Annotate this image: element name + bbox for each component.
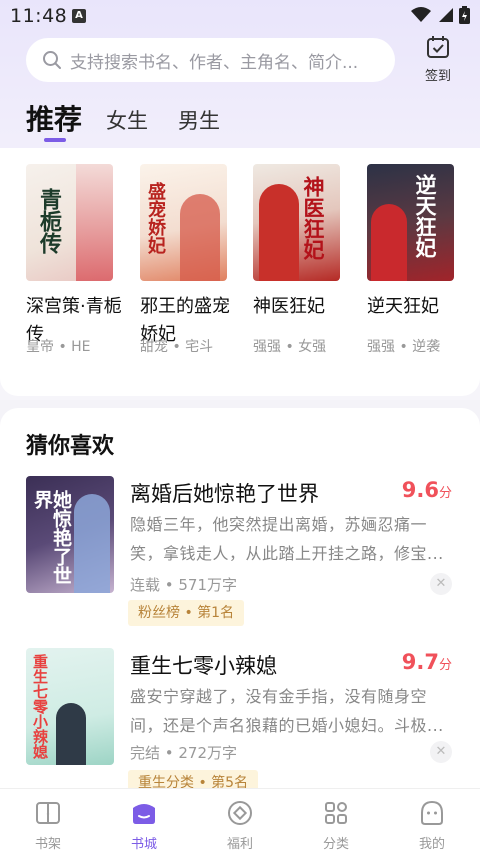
wifi-icon bbox=[411, 7, 431, 22]
tab-indicator bbox=[44, 138, 66, 142]
search-placeholder: 支持搜索书名、作者、主角名、简介... bbox=[70, 52, 359, 73]
cover-title: 盛宠娇妃 bbox=[145, 182, 166, 254]
sign-in-label: 签到 bbox=[424, 69, 451, 84]
tab-female[interactable]: 女生 bbox=[106, 105, 148, 135]
book-card[interactable]: 逆天狂妃 逆天狂妃 bbox=[367, 164, 467, 321]
recommend-section: 青栀传 深宫策·青栀传 皇帝 • HE 盛宠娇妃 邪王的盛宠娇妃 甜宠 • 宅斗… bbox=[0, 148, 480, 396]
book-title: 离婚后她惊艳了世界 bbox=[130, 482, 319, 506]
nav-label: 福利 bbox=[226, 837, 253, 852]
cover-title: 重生七零小辣媳 bbox=[31, 654, 49, 759]
book-tags: 强强 • 逆袭 bbox=[367, 339, 441, 355]
book-description: 盛安宁穿越了，没有金手指，没有随身空间，还是个声名狼藉的已婚小媳妇。斗极... bbox=[130, 687, 444, 735]
status-time: 11:48 bbox=[10, 5, 68, 27]
book-card[interactable]: 青栀传 深宫策·青栀传 bbox=[26, 164, 126, 349]
book-cover: 青栀传 bbox=[26, 164, 113, 281]
nav-label: 书城 bbox=[130, 837, 157, 852]
book-cover: 逆天狂妃 bbox=[367, 164, 454, 281]
sign-in-button[interactable]: 签到 bbox=[416, 34, 460, 84]
guess-you-like-section: 猜你喜欢 她惊艳了世界 离婚后她惊艳了世界 9.6分 隐婚三年，他突然提出离婚，… bbox=[0, 408, 480, 796]
nav-label: 分类 bbox=[322, 837, 349, 852]
book-title: 神医狂妃 bbox=[253, 296, 325, 317]
cover-title: 神医狂妃 bbox=[301, 176, 326, 260]
bottom-navigation: 书架 书城 福利 分类 我的 bbox=[0, 788, 480, 853]
close-icon[interactable]: ✕ bbox=[430, 741, 452, 763]
book-description: 隐婚三年，他突然提出离婚，苏婳忍痛一笑，拿钱走人，从此踏上开挂之路，修宝... bbox=[130, 515, 444, 563]
welfare-icon bbox=[228, 801, 252, 825]
nav-category[interactable]: 分类 bbox=[288, 789, 384, 853]
signal-icon bbox=[439, 8, 453, 22]
book-tags: 皇帝 • HE bbox=[26, 339, 91, 355]
profile-icon bbox=[421, 800, 443, 825]
cover-title: 她惊艳了世界 bbox=[31, 490, 72, 585]
close-icon[interactable]: ✕ bbox=[430, 573, 452, 595]
nav-bookshelf[interactable]: 书架 bbox=[0, 789, 96, 853]
book-score: 9.6分 bbox=[401, 478, 452, 502]
nav-label: 书架 bbox=[34, 837, 61, 852]
book-meta: 连载 • 571万字 bbox=[130, 576, 238, 594]
book-cover: 重生七零小辣媳 bbox=[26, 648, 114, 765]
calendar-check-icon bbox=[427, 36, 449, 58]
book-card[interactable]: 盛宠娇妃 邪王的盛宠娇妃 bbox=[140, 164, 240, 349]
book-cover: 神医狂妃 bbox=[253, 164, 340, 281]
book-meta: 完结 • 272万字 bbox=[130, 744, 238, 762]
nav-welfare[interactable]: 福利 bbox=[192, 789, 288, 853]
notification-icon: A bbox=[72, 9, 86, 23]
section-title: 猜你喜欢 bbox=[26, 434, 115, 459]
book-cover: 她惊艳了世界 bbox=[26, 476, 114, 593]
cover-title: 逆天狂妃 bbox=[413, 174, 438, 258]
book-cover: 盛宠娇妃 bbox=[140, 164, 227, 281]
tab-male[interactable]: 男生 bbox=[178, 105, 220, 135]
bookstore-icon bbox=[133, 804, 155, 824]
cover-title: 青栀传 bbox=[36, 188, 62, 254]
nav-profile[interactable]: 我的 bbox=[384, 789, 480, 853]
search-icon bbox=[43, 51, 61, 69]
book-tags: 甜宠 • 宅斗 bbox=[140, 339, 214, 355]
search-input[interactable]: 支持搜索书名、作者、主角名、简介... bbox=[26, 38, 395, 82]
book-tags: 强强 • 女强 bbox=[253, 339, 327, 355]
nav-label: 我的 bbox=[418, 837, 445, 852]
book-title: 逆天狂妃 bbox=[367, 296, 439, 317]
book-score: 9.7分 bbox=[401, 650, 452, 674]
bookshelf-icon bbox=[36, 802, 60, 824]
tab-recommend[interactable]: 推荐 bbox=[26, 98, 82, 138]
rank-badge: 粉丝榜 • 第1名 bbox=[128, 600, 245, 626]
book-card[interactable]: 神医狂妃 神医狂妃 bbox=[253, 164, 353, 321]
nav-bookstore[interactable]: 书城 bbox=[96, 789, 192, 853]
status-bar: 11:48 A bbox=[0, 0, 480, 32]
book-title: 重生七零小辣媳 bbox=[130, 654, 277, 678]
category-icon bbox=[325, 802, 347, 824]
battery-icon bbox=[459, 6, 470, 24]
